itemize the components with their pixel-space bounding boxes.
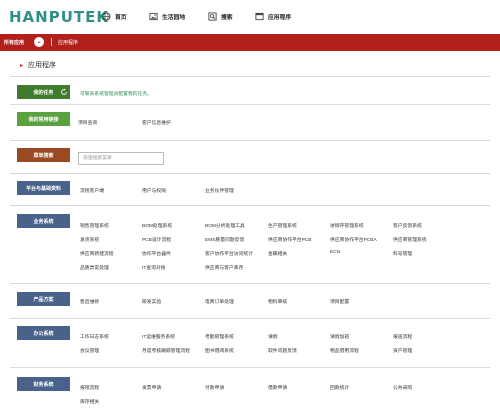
my-links-label: 我的常用链接 bbox=[28, 116, 59, 123]
link-project-query[interactable]: 项目查询 bbox=[78, 119, 97, 126]
hanputek-logo[interactable]: HANPUTEK bbox=[9, 8, 109, 26]
app-link[interactable]: 流程客户端 bbox=[80, 187, 104, 194]
app-link[interactable]: 供应商管理系统 bbox=[393, 236, 427, 243]
app-link[interactable]: 供应商新建流程 bbox=[80, 250, 114, 257]
nav-search[interactable]: 搜索 bbox=[208, 10, 233, 22]
breadcrumb-bar: 所有应用 ⌄ 应用程序 bbox=[0, 34, 500, 51]
menu-search-label: 菜单搜索 bbox=[33, 152, 54, 159]
app-link[interactable]: 客户协作平台访问统计 bbox=[205, 250, 253, 257]
group-tag-business: 业务系统 bbox=[17, 214, 70, 228]
globe-icon bbox=[102, 11, 111, 21]
app-link[interactable]: 料号管理 bbox=[393, 250, 412, 257]
top-header: HANPUTEK 首页 生活园地 搜索 应用程序 bbox=[0, 0, 500, 32]
app-link[interactable]: 回款统计 bbox=[330, 384, 349, 391]
divider bbox=[10, 318, 490, 319]
group-label: 业务系统 bbox=[33, 218, 54, 225]
app-link[interactable]: 报销流程 bbox=[80, 384, 99, 391]
app-link[interactable]: 供应商协作平台PCB bbox=[268, 236, 311, 243]
app-link[interactable]: 售后维修 bbox=[80, 298, 99, 305]
divider bbox=[10, 140, 490, 141]
app-link[interactable]: 月度考核跟踪管理流程 bbox=[142, 347, 190, 354]
app-link[interactable]: 会议管理 bbox=[80, 347, 99, 354]
app-link[interactable]: IT运维服务系统 bbox=[142, 333, 175, 340]
app-link[interactable]: BOM分析处理工具 bbox=[205, 222, 245, 229]
divider bbox=[10, 104, 490, 105]
page-title-text: 应用程序 bbox=[28, 62, 57, 69]
app-link[interactable]: 生产管理系统 bbox=[268, 222, 297, 229]
nav-life[interactable]: 生活园地 bbox=[149, 10, 185, 22]
app-link[interactable]: 图书借阅系统 bbox=[205, 347, 234, 354]
app-link[interactable]: 资产管理 bbox=[393, 347, 412, 354]
group-tag-office: 办公系统 bbox=[17, 326, 70, 340]
app-link[interactable]: 供应商与客户库存 bbox=[205, 264, 243, 271]
app-link[interactable]: 销售管理系统 bbox=[80, 222, 109, 229]
app-link[interactable]: 工作日志系统 bbox=[80, 333, 109, 340]
nav-apps-label: 应用程序 bbox=[268, 14, 292, 21]
image-icon bbox=[149, 12, 158, 21]
group-label: 平台与基础资料 bbox=[25, 185, 61, 192]
group-tag-finance: 财务系统 bbox=[17, 377, 70, 391]
app-link[interactable]: EMS质量问题反馈 bbox=[205, 236, 244, 243]
app-link[interactable]: 报道流程 bbox=[393, 333, 412, 340]
caret-right-icon: ▸ bbox=[20, 63, 24, 69]
divider bbox=[10, 283, 490, 284]
app-link[interactable]: ECN bbox=[330, 250, 340, 255]
app-link[interactable]: IT查询对接 bbox=[142, 264, 165, 271]
group-label: 办公系统 bbox=[33, 330, 54, 337]
divider bbox=[51, 38, 52, 46]
app-link[interactable]: 库存相关 bbox=[80, 398, 99, 405]
my-links-tag: 我的常用链接 bbox=[17, 112, 70, 126]
app-link[interactable]: 项目配置 bbox=[330, 298, 349, 305]
divider bbox=[10, 205, 490, 206]
app-link[interactable]: 协作平台器件 bbox=[142, 250, 171, 257]
app-link[interactable]: 品质异常处理 bbox=[80, 264, 109, 271]
app-link[interactable]: 公共采购 bbox=[393, 384, 412, 391]
app-link[interactable]: 业务伙伴管理 bbox=[205, 187, 234, 194]
divider bbox=[10, 76, 490, 77]
app-link[interactable]: 借款申请 bbox=[268, 384, 287, 391]
my-tasks-message: 可联系系统管理员配置我的任务。 bbox=[80, 92, 152, 97]
nav-apps[interactable]: 应用程序 bbox=[255, 10, 291, 22]
nav-life-label: 生活园地 bbox=[162, 14, 186, 21]
link-customer-info[interactable]: 客户信息维护 bbox=[142, 119, 171, 126]
app-link[interactable]: 请假加班 bbox=[330, 333, 349, 340]
app-link[interactable]: 发票申请 bbox=[142, 384, 161, 391]
my-tasks-label: 我的任务 bbox=[33, 89, 54, 96]
app-link[interactable]: 用户与权限 bbox=[142, 187, 166, 194]
menu-search-tag: 菜单搜索 bbox=[17, 148, 70, 162]
all-apps-label[interactable]: 所有应用 bbox=[4, 39, 24, 46]
app-link[interactable]: 金蝶相关 bbox=[268, 250, 287, 257]
nav-home[interactable]: 首页 bbox=[102, 10, 127, 22]
breadcrumb-current: 应用程序 bbox=[58, 40, 79, 46]
group-label: 产品方案 bbox=[33, 296, 54, 303]
app-link[interactable]: 物品借用流程 bbox=[330, 347, 359, 354]
search-icon bbox=[208, 11, 217, 21]
page-title: ▸ 应用程序 bbox=[20, 60, 56, 70]
app-link[interactable]: PCB设计流程 bbox=[142, 236, 171, 243]
app-link[interactable]: 客户反馈系统 bbox=[393, 222, 422, 229]
group-tag-product: 产品方案 bbox=[17, 292, 70, 306]
app-link[interactable]: 付款申请 bbox=[205, 384, 224, 391]
nav-home-label: 首页 bbox=[115, 14, 127, 21]
refresh-icon[interactable] bbox=[60, 88, 68, 96]
app-link[interactable]: 请假 bbox=[268, 333, 278, 340]
divider bbox=[10, 173, 490, 174]
menu-search-input[interactable] bbox=[78, 152, 164, 165]
app-link[interactable]: 电商订单处理 bbox=[205, 298, 234, 305]
divider bbox=[10, 367, 490, 368]
app-link[interactable]: 发货系统 bbox=[80, 236, 99, 243]
group-label: 财务系统 bbox=[33, 381, 54, 388]
app-link[interactable]: 考勤管理系统 bbox=[205, 333, 234, 340]
app-link[interactable]: BOM处理系统 bbox=[142, 222, 172, 229]
app-link[interactable]: 进销存管理系统 bbox=[330, 222, 364, 229]
app-link[interactable]: 物料审核 bbox=[268, 298, 287, 305]
apps-icon bbox=[255, 12, 264, 21]
app-link[interactable]: 软件问题反馈 bbox=[268, 347, 297, 354]
app-link[interactable]: 研发实验 bbox=[142, 298, 161, 305]
nav-search-label: 搜索 bbox=[221, 14, 233, 21]
group-tag-platform: 平台与基础资料 bbox=[17, 181, 70, 195]
app-link[interactable]: 供应商协作平台PCBA bbox=[330, 236, 377, 243]
chevron-down-icon[interactable]: ⌄ bbox=[34, 37, 44, 47]
